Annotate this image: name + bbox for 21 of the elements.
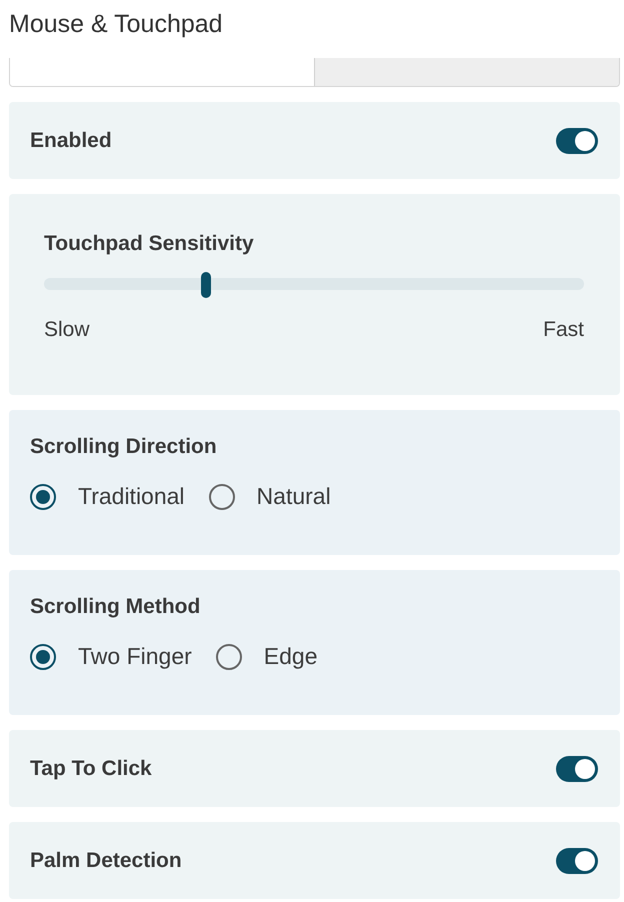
toggle-switch[interactable] — [556, 756, 598, 782]
setting-label: Touchpad Sensitivity — [44, 232, 255, 256]
radio-button[interactable] — [30, 644, 56, 670]
slider-max-label: Fast — [543, 318, 584, 342]
setting-label: Scrolling Method — [30, 595, 202, 619]
setting-label: Scrolling Direction — [30, 435, 218, 459]
toggle-switch[interactable] — [556, 128, 598, 154]
setting-label: Tap To Click — [30, 756, 152, 780]
radio-label[interactable]: Traditional — [78, 483, 185, 510]
radio-button[interactable] — [208, 484, 235, 510]
radio-button[interactable] — [216, 644, 242, 670]
radio-label[interactable]: Two Finger — [78, 643, 192, 670]
radio-button[interactable] — [30, 484, 56, 510]
slider-thumb[interactable] — [201, 272, 211, 298]
slider-min-label: Slow — [44, 318, 90, 342]
toggle-switch[interactable] — [556, 848, 598, 874]
radio-label[interactable]: Natural — [256, 483, 331, 510]
setting-label: Enabled — [30, 128, 112, 152]
setting-label: Palm Detection — [30, 848, 182, 872]
page-title: Mouse & Touchpad — [9, 9, 224, 40]
radio-label[interactable]: Edge — [264, 643, 318, 670]
